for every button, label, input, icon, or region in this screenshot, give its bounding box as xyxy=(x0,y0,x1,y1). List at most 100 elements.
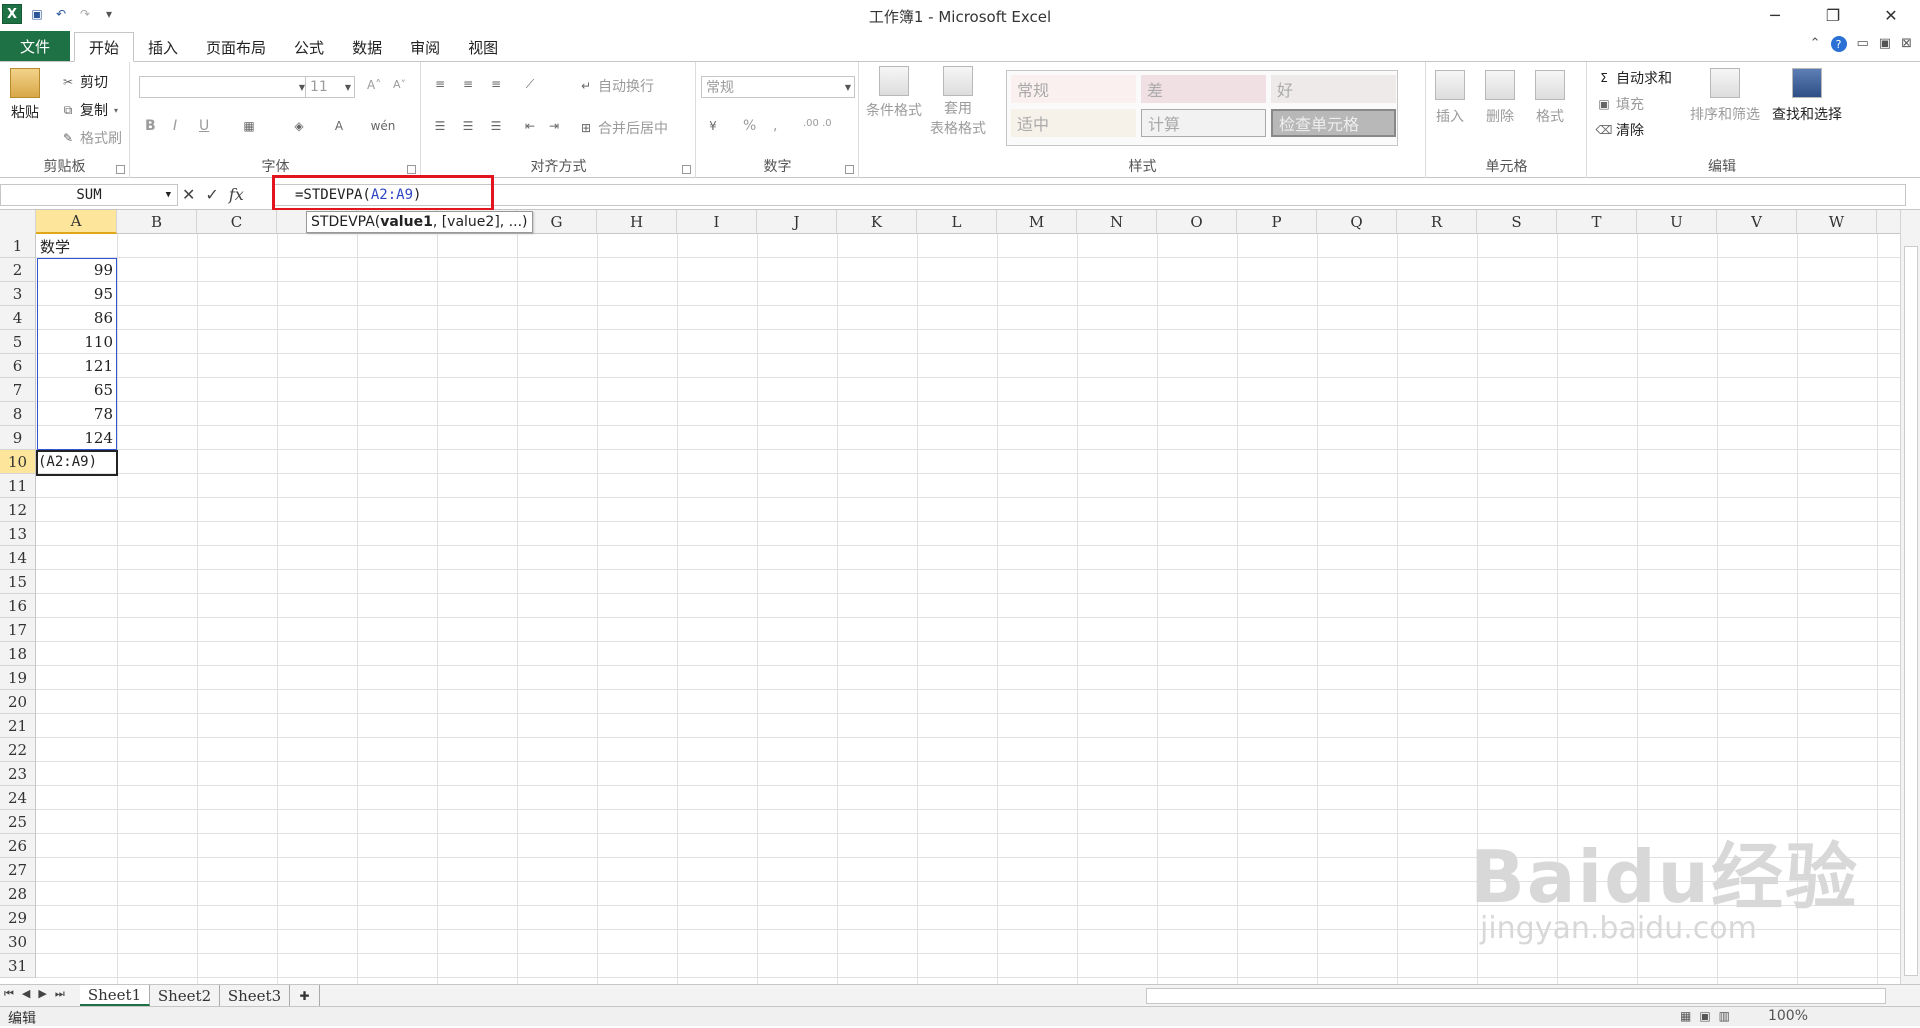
close-workbook-icon[interactable]: ⊠ xyxy=(1901,36,1912,52)
row-header[interactable]: 17 xyxy=(0,618,36,642)
row-header[interactable]: 1 xyxy=(0,234,36,258)
cell-A1[interactable]: 数学 xyxy=(40,234,117,258)
column-header[interactable]: Q xyxy=(1317,210,1397,234)
row-header[interactable]: 2 xyxy=(0,258,36,282)
font-size-combo[interactable]: 11 ▼ xyxy=(305,76,355,98)
number-format-combo[interactable]: 常规 ▼ xyxy=(701,76,855,98)
wrap-text-button[interactable]: ↵ 自动换行 xyxy=(578,76,654,96)
row-header[interactable]: 24 xyxy=(0,786,36,810)
italic-button[interactable]: I xyxy=(173,118,177,134)
row-header[interactable]: 10 xyxy=(0,450,36,474)
select-all-corner[interactable] xyxy=(0,210,36,234)
collapse-ribbon-icon[interactable]: ⌃ xyxy=(1810,36,1821,52)
formula-input[interactable]: =STDEVPA(A2:A9) xyxy=(274,184,1906,206)
format-as-table-button[interactable]: 套用 表格格式 xyxy=(930,66,986,138)
row-header[interactable]: 20 xyxy=(0,690,36,714)
page-break-view-icon[interactable]: ▥ xyxy=(1719,1009,1730,1023)
column-header[interactable]: R xyxy=(1397,210,1477,234)
enter-icon[interactable]: ✓ xyxy=(205,185,218,204)
column-header[interactable]: O xyxy=(1157,210,1237,234)
column-header[interactable]: L xyxy=(917,210,997,234)
restore-button[interactable]: ❐ xyxy=(1804,0,1862,30)
decimal-buttons[interactable]: .00 .0 xyxy=(803,118,832,129)
column-header[interactable]: I xyxy=(677,210,757,234)
column-header[interactable]: C xyxy=(197,210,277,234)
column-header[interactable]: U xyxy=(1637,210,1717,234)
last-sheet-icon[interactable]: ⏭ xyxy=(55,987,65,1001)
row-header[interactable]: 14 xyxy=(0,546,36,570)
next-sheet-icon[interactable]: ▶ xyxy=(38,987,46,1001)
row-header[interactable]: 4 xyxy=(0,306,36,330)
row-header[interactable]: 9 xyxy=(0,426,36,450)
row-header[interactable]: 30 xyxy=(0,930,36,954)
orientation-button[interactable]: ⟋ xyxy=(522,76,538,92)
column-header[interactable]: A xyxy=(36,210,117,234)
row-header[interactable]: 22 xyxy=(0,738,36,762)
column-header[interactable]: J xyxy=(757,210,837,234)
column-header[interactable]: M xyxy=(997,210,1077,234)
row-header[interactable]: 18 xyxy=(0,642,36,666)
restore-workbook-icon[interactable]: ▣ xyxy=(1879,36,1891,52)
column-header[interactable]: H xyxy=(597,210,677,234)
row-header[interactable]: 7 xyxy=(0,378,36,402)
prev-sheet-icon[interactable]: ◀ xyxy=(22,987,30,1001)
row-header[interactable]: 23 xyxy=(0,762,36,786)
indent-buttons[interactable]: ⇤ ⇥ xyxy=(522,118,562,134)
first-sheet-icon[interactable]: ⏮ xyxy=(4,987,14,1001)
paste-button[interactable]: 粘贴 xyxy=(10,68,40,122)
tab-view[interactable]: 视图 xyxy=(454,33,512,61)
row-header[interactable]: 19 xyxy=(0,666,36,690)
style-normal[interactable]: 常规 xyxy=(1011,75,1136,103)
row-header[interactable]: 27 xyxy=(0,858,36,882)
cut-button[interactable]: ✂ 剪切 xyxy=(60,72,108,92)
row-header[interactable]: 11 xyxy=(0,474,36,498)
dialog-launcher-icon[interactable] xyxy=(407,165,416,174)
fill-color-button[interactable]: ◈ xyxy=(291,118,307,134)
style-good[interactable]: 好 xyxy=(1271,75,1396,103)
font-color-button[interactable]: A xyxy=(331,118,347,134)
dialog-launcher-icon[interactable] xyxy=(682,165,691,174)
format-painter-button[interactable]: ✎ 格式刷 xyxy=(60,128,122,148)
scroll-thumb[interactable] xyxy=(1904,246,1918,976)
tab-formulas[interactable]: 公式 xyxy=(280,33,338,61)
row-header[interactable]: 3 xyxy=(0,282,36,306)
row-header[interactable]: 31 xyxy=(0,954,36,978)
sheet-tab-sheet2[interactable]: Sheet2 xyxy=(150,985,220,1006)
grow-font-button[interactable]: A˄ xyxy=(367,78,381,92)
row-header[interactable]: 8 xyxy=(0,402,36,426)
help-icon[interactable]: ? xyxy=(1830,36,1847,52)
row-header[interactable]: 28 xyxy=(0,882,36,906)
column-header[interactable]: S xyxy=(1477,210,1557,234)
sort-filter-button[interactable]: 排序和筛选 xyxy=(1690,68,1760,124)
insert-sheet-icon[interactable]: ✚ xyxy=(290,985,320,1006)
borders-button[interactable]: ▦ xyxy=(241,118,257,134)
sheet-tab-sheet3[interactable]: Sheet3 xyxy=(220,985,290,1006)
fill-button[interactable]: ▣ 填充 xyxy=(1596,94,1644,114)
column-header[interactable]: V xyxy=(1717,210,1797,234)
column-header[interactable]: W xyxy=(1797,210,1877,234)
row-header[interactable]: 25 xyxy=(0,810,36,834)
column-header[interactable]: B xyxy=(117,210,197,234)
column-header[interactable]: N xyxy=(1077,210,1157,234)
style-bad[interactable]: 差 xyxy=(1141,75,1266,103)
delete-cells-button[interactable]: 删除 xyxy=(1485,70,1515,126)
horizontal-align-buttons[interactable]: ☰ ☰ ☰ xyxy=(432,118,504,134)
tab-file[interactable]: 文件 xyxy=(0,31,70,61)
tab-insert[interactable]: 插入 xyxy=(134,33,192,61)
column-header[interactable]: T xyxy=(1557,210,1637,234)
row-header[interactable]: 26 xyxy=(0,834,36,858)
insert-cells-button[interactable]: 插入 xyxy=(1435,70,1465,126)
comma-button[interactable]: , xyxy=(773,118,777,134)
function-tooltip[interactable]: STDEVPA(value1, [value2], ...) xyxy=(306,211,533,233)
currency-button[interactable]: ¥ xyxy=(705,118,721,134)
cancel-icon[interactable]: ✕ xyxy=(182,185,195,204)
bold-button[interactable]: B xyxy=(145,118,156,134)
row-header[interactable]: 13 xyxy=(0,522,36,546)
row-header[interactable]: 6 xyxy=(0,354,36,378)
find-select-button[interactable]: 查找和选择 xyxy=(1772,68,1842,124)
page-layout-view-icon[interactable]: ▣ xyxy=(1699,1009,1710,1023)
copy-button[interactable]: ⧉ 复制 ▾ xyxy=(60,100,120,120)
format-cells-button[interactable]: 格式 xyxy=(1535,70,1565,126)
sheet-tab-sheet1[interactable]: Sheet1 xyxy=(80,985,150,1006)
vertical-align-buttons[interactable]: ≡ ≡ ≡ xyxy=(432,76,504,92)
